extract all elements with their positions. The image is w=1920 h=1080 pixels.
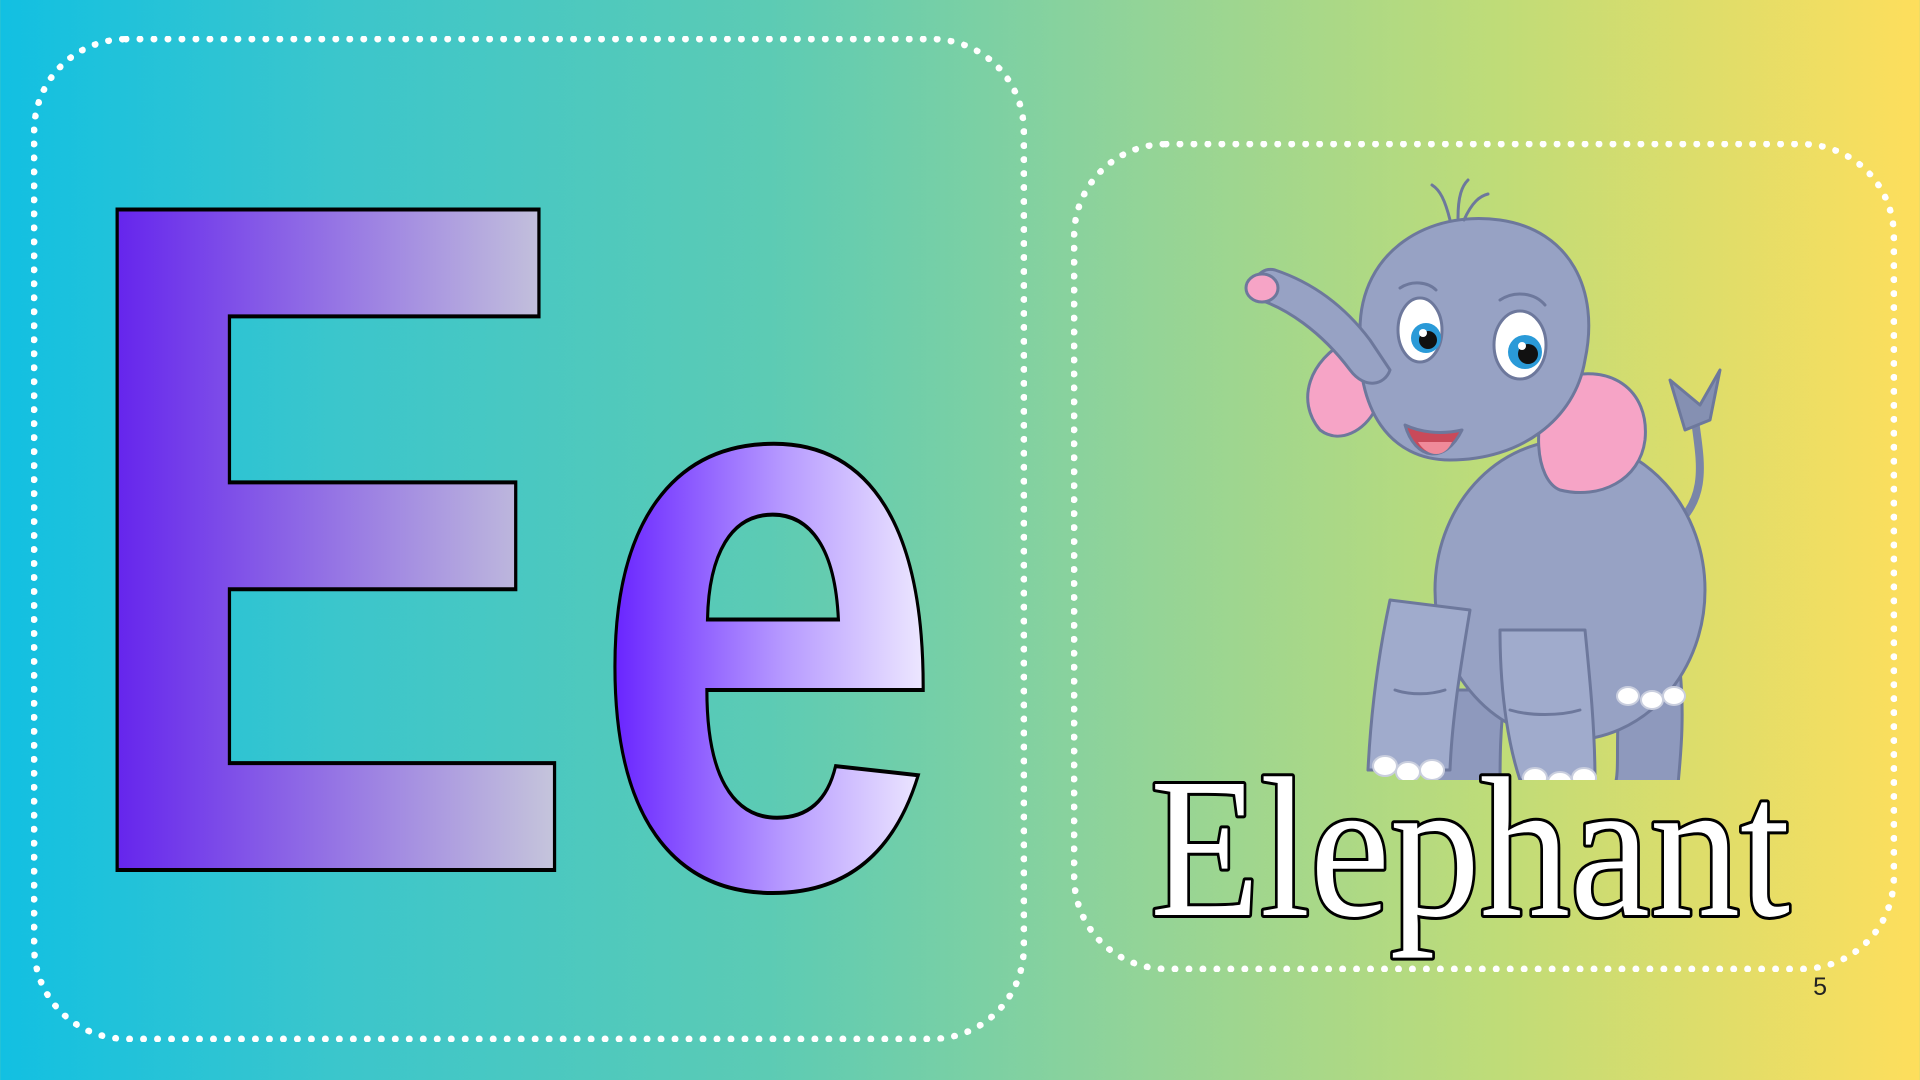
uppercase-letter: E xyxy=(65,2,585,1074)
page-number: 5 xyxy=(1813,973,1827,1001)
elephant-icon xyxy=(1200,130,1760,793)
word-text: Elephant xyxy=(1150,738,1790,959)
lowercase-letter: e xyxy=(590,143,945,1059)
letter-pair: E e xyxy=(0,0,1030,1080)
word-label: Elephant xyxy=(1120,735,1820,980)
